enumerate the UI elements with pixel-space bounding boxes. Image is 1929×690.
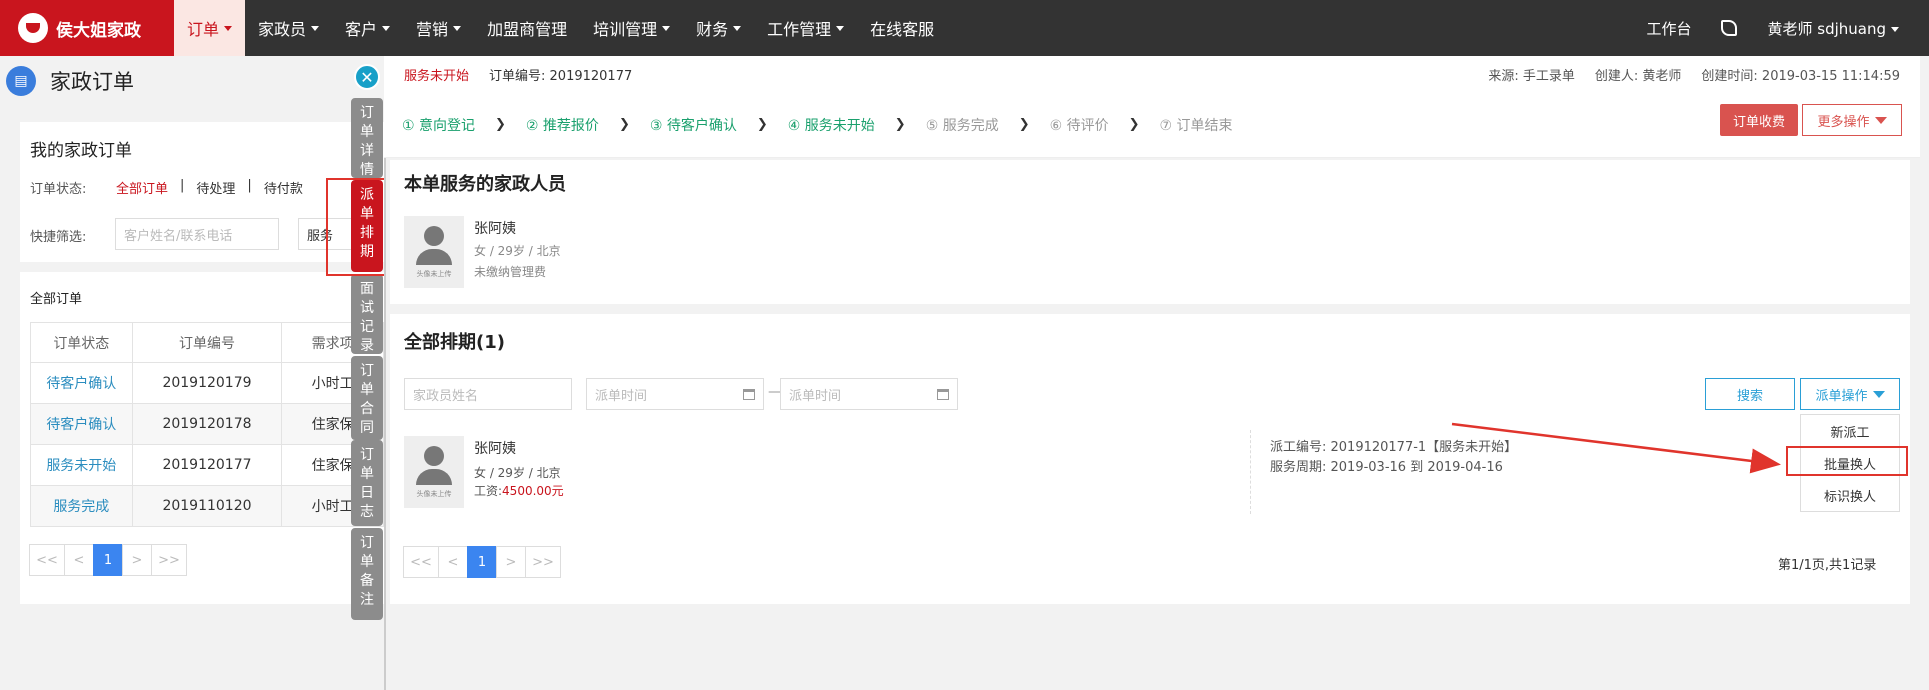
- annotation-arrow-line: [1451, 422, 1781, 474]
- annotation-arrow: [1451, 422, 1781, 474]
